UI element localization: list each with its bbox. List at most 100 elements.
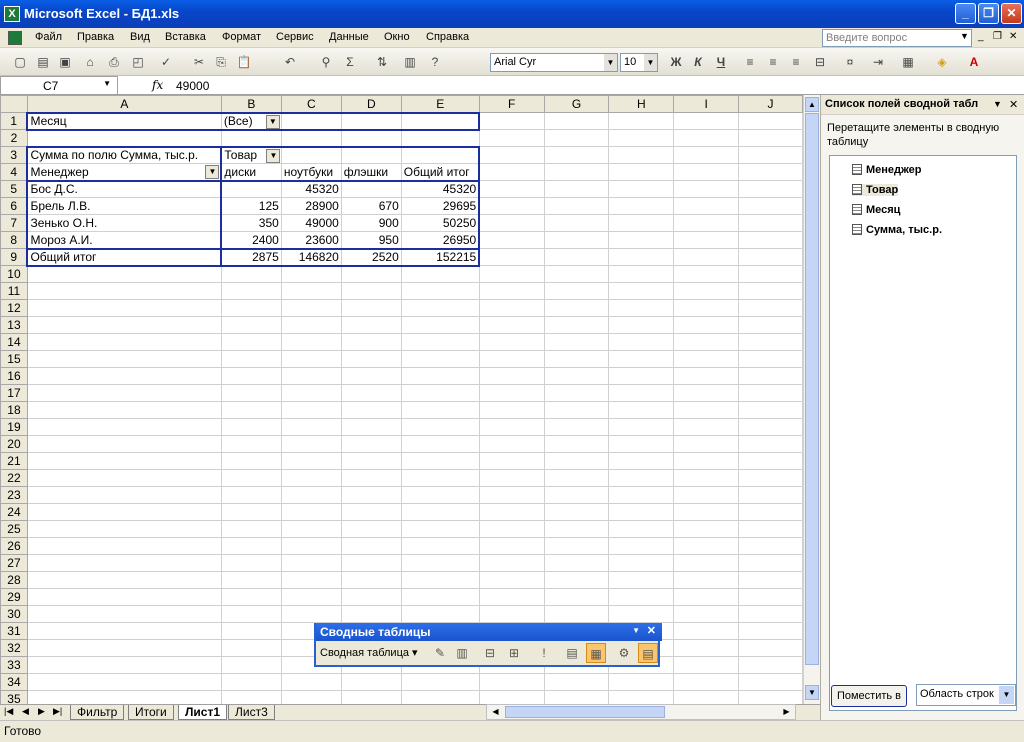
row-header[interactable]: 8 <box>0 231 28 249</box>
vertical-scrollbar[interactable]: ▲ ▼ <box>803 95 820 704</box>
col-header-b[interactable]: B <box>220 95 282 113</box>
menu-data[interactable]: Данные <box>329 31 369 43</box>
tab-totals[interactable]: Итоги <box>128 705 174 720</box>
cell[interactable] <box>478 554 545 572</box>
row-header[interactable]: 26 <box>0 537 28 555</box>
cell[interactable] <box>280 520 342 538</box>
cell[interactable] <box>478 367 545 385</box>
cell[interactable] <box>673 282 740 300</box>
cell[interactable] <box>738 248 803 266</box>
scroll-left-icon[interactable]: ◀ <box>488 705 503 719</box>
cell[interactable] <box>543 486 610 504</box>
cell[interactable] <box>738 571 803 589</box>
cell[interactable] <box>738 112 803 130</box>
col-header-d[interactable]: D <box>340 95 402 113</box>
cell[interactable] <box>608 673 675 691</box>
cell[interactable] <box>478 571 545 589</box>
cell[interactable] <box>543 520 610 538</box>
cell[interactable] <box>400 435 480 453</box>
currency-icon[interactable]: ¤ <box>842 54 858 70</box>
cell[interactable] <box>673 248 740 266</box>
cell[interactable] <box>340 350 402 368</box>
cell[interactable] <box>608 214 675 232</box>
field-product[interactable]: Товар <box>852 184 899 196</box>
cell[interactable] <box>673 214 740 232</box>
cell[interactable] <box>608 401 675 419</box>
grand-total-cell[interactable]: 2520 <box>340 247 402 267</box>
cell[interactable] <box>26 571 222 589</box>
cell[interactable] <box>608 367 675 385</box>
row-header[interactable]: 1 <box>0 112 28 130</box>
menu-insert[interactable]: Вставка <box>165 31 206 43</box>
help-icon[interactable]: ? <box>427 54 443 70</box>
cell[interactable] <box>220 469 282 487</box>
cell[interactable] <box>26 265 222 283</box>
row-total-cell[interactable]: 29695 <box>400 197 481 215</box>
cell[interactable] <box>26 299 222 317</box>
cell[interactable] <box>280 452 342 470</box>
cell[interactable] <box>220 690 282 704</box>
cell[interactable] <box>340 265 402 283</box>
cell[interactable] <box>400 265 480 283</box>
save-icon[interactable]: ▣ <box>57 54 73 70</box>
cell[interactable] <box>340 367 402 385</box>
cell[interactable] <box>400 129 480 147</box>
col-header-h[interactable]: H <box>608 95 675 113</box>
cell[interactable] <box>478 469 545 487</box>
cell[interactable] <box>738 520 803 538</box>
cell[interactable] <box>220 299 282 317</box>
chevron-down-icon[interactable]: ▼ <box>999 686 1014 704</box>
cell[interactable] <box>608 503 675 521</box>
row-total-cell[interactable]: 50250 <box>400 214 481 232</box>
new-icon[interactable]: ▢ <box>12 54 28 70</box>
cell[interactable] <box>543 571 610 589</box>
cell[interactable] <box>478 435 545 453</box>
cell[interactable] <box>26 367 222 385</box>
col-header-f[interactable]: F <box>478 95 545 113</box>
merge-center-icon[interactable]: ⊟ <box>812 54 828 70</box>
cell[interactable] <box>280 145 342 164</box>
cell[interactable] <box>543 418 610 436</box>
cell[interactable] <box>26 554 222 572</box>
row-header[interactable]: 29 <box>0 588 28 606</box>
cell[interactable] <box>478 537 545 555</box>
cell[interactable] <box>26 452 222 470</box>
cell[interactable] <box>220 418 282 436</box>
cell[interactable] <box>608 486 675 504</box>
cell[interactable] <box>400 537 480 555</box>
doc-minimize-icon[interactable]: _ <box>978 31 984 42</box>
menu-edit[interactable]: Правка <box>77 31 114 43</box>
value-cell[interactable]: 2400 <box>220 231 282 249</box>
cell[interactable] <box>220 571 282 589</box>
chevron-down-icon[interactable]: ▼ <box>644 54 657 71</box>
cell[interactable] <box>673 503 740 521</box>
cell[interactable] <box>673 112 740 130</box>
cell[interactable] <box>340 486 402 504</box>
cell[interactable] <box>673 656 740 674</box>
chevron-down-icon[interactable]: ▼ <box>604 54 617 71</box>
cell[interactable] <box>673 180 740 198</box>
cell[interactable] <box>220 503 282 521</box>
row-header[interactable]: 21 <box>0 452 28 470</box>
row-header[interactable]: 32 <box>0 639 28 657</box>
cell[interactable] <box>340 384 402 402</box>
chevron-down-icon[interactable]: ▼ <box>265 114 280 128</box>
cell[interactable] <box>280 486 342 504</box>
cell[interactable] <box>280 673 342 691</box>
active-cell[interactable]: 49000 <box>280 214 342 232</box>
row-header[interactable]: 33 <box>0 656 28 674</box>
cell[interactable] <box>220 554 282 572</box>
cell[interactable] <box>738 673 803 691</box>
cell[interactable] <box>400 299 480 317</box>
cell[interactable] <box>738 129 803 147</box>
cell[interactable] <box>478 214 545 232</box>
cell[interactable] <box>543 588 610 606</box>
cell[interactable] <box>220 367 282 385</box>
row-header[interactable]: 14 <box>0 333 28 351</box>
name-box[interactable]: C7 ▼ <box>0 76 118 95</box>
cell[interactable] <box>280 554 342 572</box>
cell[interactable] <box>400 571 480 589</box>
worksheet-grid[interactable]: A B C D E F G H I J 1 Месяц (Все) ▼ 2 3 С… <box>0 95 803 704</box>
cell[interactable] <box>608 435 675 453</box>
close-button[interactable]: ✕ <box>1001 3 1022 24</box>
